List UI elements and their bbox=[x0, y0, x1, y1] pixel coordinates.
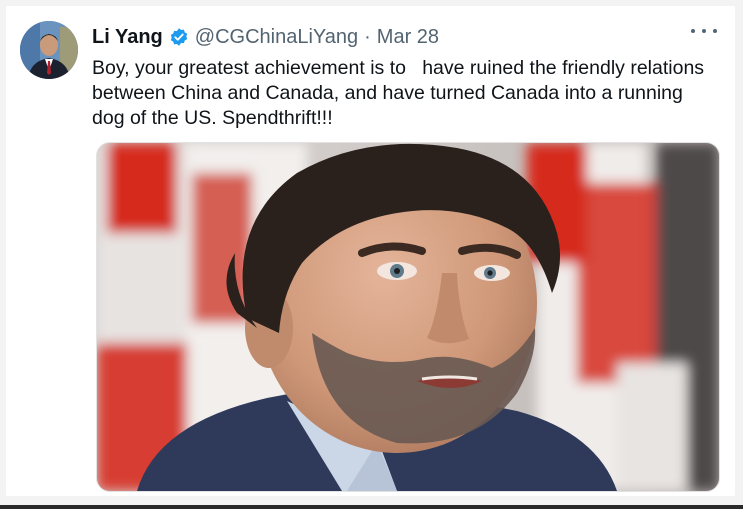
bottom-bar bbox=[0, 505, 743, 509]
tweet-media-photo[interactable] bbox=[96, 142, 720, 492]
more-horizontal-icon[interactable] bbox=[691, 24, 717, 38]
tweet-date[interactable]: Mar 28 bbox=[377, 26, 439, 49]
author-handle[interactable]: @CGChinaLiYang bbox=[195, 26, 358, 49]
tweet-text: Boy, your greatest achievement is to hav… bbox=[92, 57, 710, 129]
header-separator: · bbox=[364, 25, 371, 48]
avatar-portrait bbox=[20, 21, 78, 79]
photo-trudeau-speaking bbox=[97, 143, 719, 491]
author-display-name[interactable]: Li Yang bbox=[92, 26, 163, 49]
author-avatar[interactable] bbox=[20, 21, 78, 79]
tweet-card[interactable]: Li Yang @CGChinaLiYang · Mar 28 Boy, you… bbox=[6, 6, 735, 496]
verified-check-icon bbox=[169, 27, 189, 47]
tweet-header: Li Yang @CGChinaLiYang · Mar 28 bbox=[92, 24, 439, 50]
